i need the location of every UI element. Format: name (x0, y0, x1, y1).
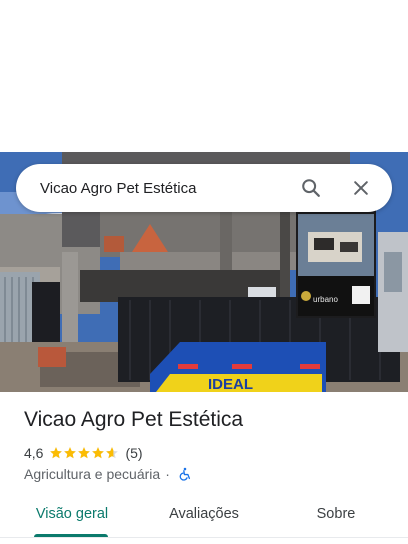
star-rating (49, 446, 119, 460)
search-bar[interactable]: Vicao Agro Pet Estética (16, 164, 392, 212)
star-icon (64, 447, 77, 459)
rating-value: 4,6 (24, 445, 44, 461)
search-input[interactable]: Vicao Agro Pet Estética (40, 180, 294, 197)
search-button[interactable] (294, 171, 328, 205)
place-sheet: urbano IDEAL Vicao Agro Pet Estética Vic… (0, 0, 408, 544)
sign-brand-text: urbano (313, 295, 338, 304)
search-icon (302, 179, 320, 197)
place-title: Vicao Agro Pet Estética (24, 408, 244, 431)
place-category: Agricultura e pecuária (24, 466, 161, 482)
tab-about[interactable]: Sobre (302, 498, 370, 530)
star-icon (106, 447, 119, 459)
category-row: Agricultura e pecuária · (24, 465, 192, 483)
star-icon (50, 447, 63, 459)
clear-search-button[interactable] (344, 171, 378, 205)
separator-dot: · (165, 466, 170, 482)
tab-overview[interactable]: Visão geral (26, 498, 118, 530)
star-icon (92, 447, 105, 459)
tab-reviews[interactable]: Avaliações (158, 498, 250, 530)
star-icon (78, 447, 91, 459)
rating-row[interactable]: 4,6 (5) (24, 444, 143, 462)
dumpster-label-text: IDEAL (208, 376, 253, 392)
wheelchair-icon (179, 467, 190, 481)
tabs-divider (0, 537, 408, 538)
close-icon (354, 181, 368, 195)
review-count[interactable]: (5) (125, 445, 142, 461)
